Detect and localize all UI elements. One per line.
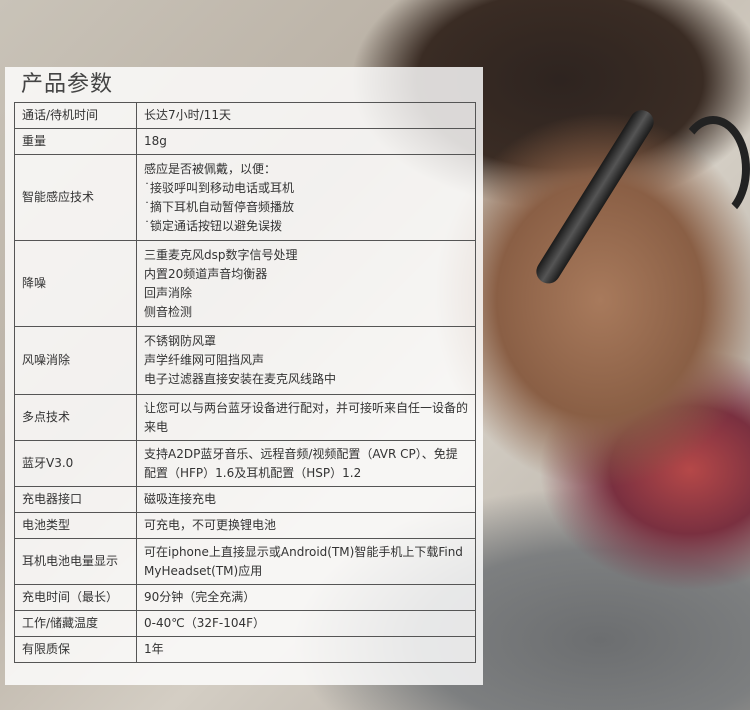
spec-label: 智能感应技术: [14, 154, 137, 241]
spec-label: 风噪消除: [14, 326, 137, 395]
spec-value: 18g: [136, 128, 476, 155]
spec-value-line: ˙锁定通话按钮以避免误拨: [144, 218, 283, 233]
spec-table: 通话/待机时间 长达7小时/11天 重量 18g 智能感应技术 感应是否被佩戴，以便： ˙接…: [14, 102, 476, 663]
spec-label: 电池类型: [14, 512, 137, 539]
spec-value-line: ˙摘下耳机自动暂停音频播放: [144, 199, 295, 214]
spec-value-line: 18g: [144, 134, 167, 148]
spec-row: 耳机电池电量显示 可在iphone上直接显示或Android(TM)智能手机上下载…: [14, 538, 476, 585]
headset-earhook: [676, 116, 750, 222]
spec-value: 0-40℃（32F-104F）: [136, 610, 476, 637]
spec-label: 降噪: [14, 240, 137, 327]
spec-row: 风噪消除 不锈钢防风罩声学纤维网可阻挡风声电子过滤器直接安装在麦克风线路中: [14, 326, 476, 395]
spec-value-line: 侧音检测: [144, 304, 193, 319]
spec-value-line: 90分钟（完全充满）: [144, 590, 256, 604]
section-title: 产品参数: [21, 72, 114, 97]
spec-label: 充电时间（最长）: [14, 584, 137, 611]
spec-row: 通话/待机时间 长达7小时/11天: [14, 102, 476, 129]
spec-row: 多点技术 让您可以与两台蓝牙设备进行配对，并可接听来自任一设备的来电: [14, 394, 476, 441]
spec-row: 智能感应技术 感应是否被佩戴，以便： ˙接驳呼叫到移动电话或耳机 ˙摘下耳机自动暂停音…: [14, 154, 476, 241]
spec-value-line: 支持A2DP蓝牙音乐、远程音频/视频配置（AVR CP）、免提配置（HFP）1.…: [144, 446, 458, 480]
spec-label: 多点技术: [14, 394, 137, 441]
spec-value-line: 可充电，不可更换锂电池: [144, 518, 277, 532]
spec-label: 充电器接口: [14, 486, 137, 513]
spec-value: 可在iphone上直接显示或Android(TM)智能手机上下载Find MyH…: [136, 538, 476, 585]
spec-label: 重量: [14, 128, 137, 155]
spec-row: 有限质保 1年: [14, 636, 476, 663]
spec-value-line: 长达7小时/11天: [144, 108, 231, 122]
spec-row: 充电器接口 磁吸连接充电: [14, 486, 476, 513]
spec-value-line: 可在iphone上直接显示或Android(TM)智能手机上下载Find MyH…: [144, 544, 463, 578]
spec-value: 1年: [136, 636, 476, 663]
spec-table-body: 通话/待机时间 长达7小时/11天 重量 18g 智能感应技术 感应是否被佩戴，以便： ˙接…: [14, 102, 476, 663]
spec-value-line: 让您可以与两台蓝牙设备进行配对，并可接听来自任一设备的来电: [144, 400, 469, 434]
spec-label: 耳机电池电量显示: [14, 538, 137, 585]
spec-value: 可充电，不可更换锂电池: [136, 512, 476, 539]
spec-value-line: 磁吸连接充电: [144, 492, 217, 506]
spec-value-line: 声学纤维网可阻挡风声: [144, 353, 265, 367]
spec-row: 降噪 三重麦克风dsp数字信号处理 内置20频道声音均衡器 回声消除侧音检测: [14, 240, 476, 327]
spec-row: 充电时间（最长） 90分钟（完全充满）: [14, 584, 476, 611]
spec-row: 蓝牙V3.0 支持A2DP蓝牙音乐、远程音频/视频配置（AVR CP）、免提配置（…: [14, 440, 476, 487]
spec-value: 让您可以与两台蓝牙设备进行配对，并可接听来自任一设备的来电: [136, 394, 476, 441]
spec-value: 三重麦克风dsp数字信号处理 内置20频道声音均衡器 回声消除侧音检测: [136, 240, 476, 327]
spec-value: 磁吸连接充电: [136, 486, 476, 513]
spec-value: 感应是否被佩戴，以便： ˙接驳呼叫到移动电话或耳机 ˙摘下耳机自动暂停音频播放 ˙锁定…: [136, 154, 476, 241]
spec-value: 支持A2DP蓝牙音乐、远程音频/视频配置（AVR CP）、免提配置（HFP）1.…: [136, 440, 476, 487]
spec-row: 重量 18g: [14, 128, 476, 155]
spec-value-line: 三重麦克风dsp数字信号处理: [144, 247, 298, 262]
spec-value-line: 电子过滤器直接安装在麦克风线路中: [144, 372, 337, 386]
spec-value-line: 0-40℃（32F-104F）: [144, 616, 266, 630]
spec-value-line: 不锈钢防风罩: [144, 334, 217, 348]
spec-label: 通话/待机时间: [14, 102, 137, 129]
spec-row: 工作/储藏温度 0-40℃（32F-104F）: [14, 610, 476, 637]
spec-value-line: 1年: [144, 642, 164, 656]
spec-label: 工作/储藏温度: [14, 610, 137, 637]
spec-value: 不锈钢防风罩声学纤维网可阻挡风声电子过滤器直接安装在麦克风线路中: [136, 326, 476, 395]
spec-value-line: 回声消除: [144, 285, 193, 300]
spec-value-line: 感应是否被佩戴，以便：: [144, 161, 277, 176]
spec-label: 蓝牙V3.0: [14, 440, 137, 487]
spec-value-line: 内置20频道声音均衡器: [144, 266, 268, 281]
spec-value: 90分钟（完全充满）: [136, 584, 476, 611]
spec-label: 有限质保: [14, 636, 137, 663]
spec-value: 长达7小时/11天: [136, 102, 476, 129]
spec-value-line: ˙接驳呼叫到移动电话或耳机: [144, 180, 295, 195]
spec-row: 电池类型 可充电，不可更换锂电池: [14, 512, 476, 539]
